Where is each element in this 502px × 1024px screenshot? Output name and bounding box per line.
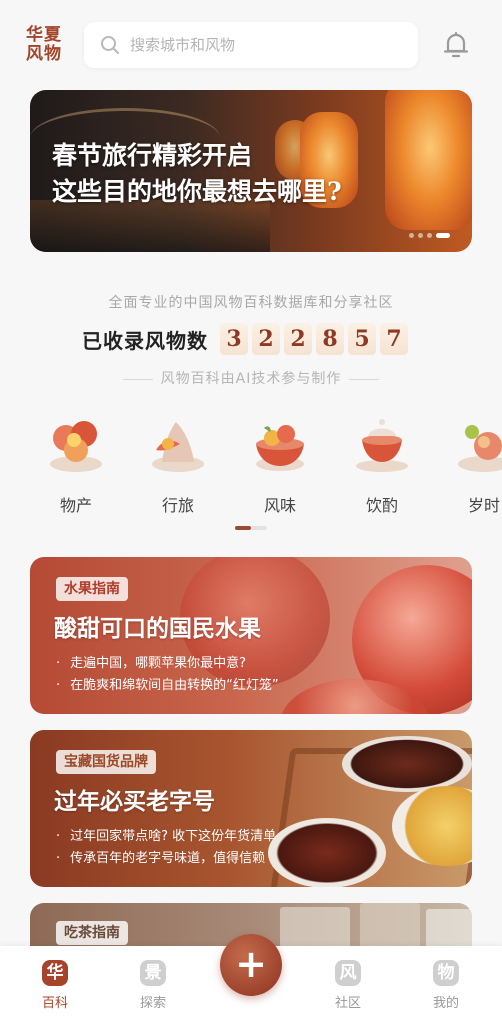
card-bullet: 传承百年的老字号味道，值得信赖 <box>56 848 276 870</box>
card-bullets: 过年回家带点啥? 收下这份年货清单 传承百年的老字号味道，值得信赖 <box>56 826 276 870</box>
category-drinks[interactable]: 饮酌 <box>342 410 422 516</box>
count-digit: 2 <box>284 323 312 355</box>
category-travel[interactable]: 行旅 <box>138 410 218 516</box>
banner-pager[interactable] <box>409 233 450 238</box>
card-bullets: 走遍中国，哪颗苹果你最中意? 在脆爽和绵软间自由转换的“红灯笼” <box>56 653 279 697</box>
feature-card-fruit[interactable]: 水果指南 酸甜可口的国民水果 走遍中国，哪颗苹果你最中意? 在脆爽和绵软间自由转… <box>30 557 472 714</box>
encyclopedia-icon: 华 <box>42 960 68 986</box>
card-bullet: 走遍中国，哪颗苹果你最中意? <box>56 653 279 675</box>
collection-count: 已收录风物数 3 2 2 8 5 7 <box>82 322 408 356</box>
count-digit: 3 <box>220 323 248 355</box>
hero-banner[interactable]: 春节旅行精彩开启 这些目的地你最想去哪里? <box>30 90 472 252</box>
card-tag: 宝藏国货品牌 <box>56 750 156 774</box>
category-pager <box>235 526 267 530</box>
tab-profile[interactable]: 物 我的 <box>416 960 476 1011</box>
count-label: 已收录风物数 <box>82 328 208 353</box>
tab-encyclopedia[interactable]: 华 百科 <box>25 960 85 1011</box>
category-label: 岁时 <box>467 496 500 515</box>
search-icon <box>101 36 119 54</box>
banner-title-line1: 春节旅行精彩开启 <box>52 141 253 170</box>
tab-label: 探索 <box>139 996 166 1011</box>
tagline: 全面专业的中国风物百科数据库和分享社区 <box>108 295 394 311</box>
card-tag: 水果指南 <box>56 577 128 601</box>
divider-line <box>349 378 380 380</box>
banner-dot-active[interactable] <box>436 233 450 238</box>
tab-label: 社区 <box>334 996 361 1011</box>
banner-dot[interactable] <box>418 233 423 238</box>
card-title: 过年必买老字号 <box>54 788 215 815</box>
plate-decor <box>342 736 472 792</box>
seasons-icon <box>458 425 502 472</box>
count-digit: 2 <box>252 323 280 355</box>
category-flavor[interactable]: 风味 <box>240 410 320 516</box>
tab-community[interactable]: 风 社区 <box>318 960 378 1011</box>
divider-line <box>122 378 153 380</box>
create-post-button[interactable]: + <box>220 934 282 996</box>
search-input[interactable] <box>130 30 400 60</box>
explore-icon: 景 <box>140 960 166 986</box>
category-products[interactable]: 物产 <box>36 410 116 516</box>
banner-title: 春节旅行精彩开启 这些目的地你最想去哪里? <box>52 138 432 210</box>
category-label: 行旅 <box>161 496 194 515</box>
tab-explore[interactable]: 景 探索 <box>123 960 183 1011</box>
app-logo[interactable]: 华夏风物 <box>26 26 66 64</box>
count-digit: 8 <box>316 323 344 355</box>
products-icon <box>50 421 102 472</box>
card-bullet: 过年回家带点啥? 收下这份年货清单 <box>56 826 276 848</box>
category-label: 饮酌 <box>365 496 398 515</box>
card-tag: 吃茶指南 <box>56 921 128 945</box>
pager-inactive <box>251 526 267 530</box>
feature-card-brands[interactable]: 宝藏国货品牌 过年必买老字号 过年回家带点啥? 收下这份年货清单 传承百年的老字… <box>30 730 472 887</box>
category-row: 物产 行旅 风味 饮酌 岁时 <box>0 410 502 520</box>
category-label: 物产 <box>59 496 92 515</box>
ai-note-text: 风物百科由AI技术参与制作 <box>160 371 342 387</box>
card-bullet: 在脆爽和绵软间自由转换的“红灯笼” <box>56 675 278 697</box>
tab-label: 我的 <box>432 996 459 1011</box>
ai-note: 风物百科由AI技术参与制作 <box>0 368 502 388</box>
pager-active <box>235 526 251 530</box>
profile-icon: 物 <box>433 960 459 986</box>
count-digit: 7 <box>380 323 408 355</box>
category-seasons[interactable]: 岁时 <box>444 410 502 516</box>
banner-title-line2: 这些目的地你最想去哪里? <box>52 177 342 206</box>
top-bar: 华夏风物 <box>0 0 502 84</box>
drinks-icon <box>356 419 408 472</box>
plate-decor <box>268 818 386 887</box>
search-bar[interactable] <box>84 22 418 68</box>
card-title: 酸甜可口的国民水果 <box>54 615 261 642</box>
flavor-icon <box>256 425 304 471</box>
bell-icon[interactable] <box>442 30 470 60</box>
tab-label: 百科 <box>41 996 68 1011</box>
banner-dot[interactable] <box>409 233 414 238</box>
count-digit: 5 <box>348 323 376 355</box>
app-screen: 华夏风物 春节旅行精彩开启 这些目的地你最想去哪里? <box>0 0 502 1024</box>
banner-dot[interactable] <box>427 233 432 238</box>
travel-icon <box>152 422 204 472</box>
community-icon: 风 <box>335 960 361 986</box>
category-label: 风味 <box>263 496 296 515</box>
